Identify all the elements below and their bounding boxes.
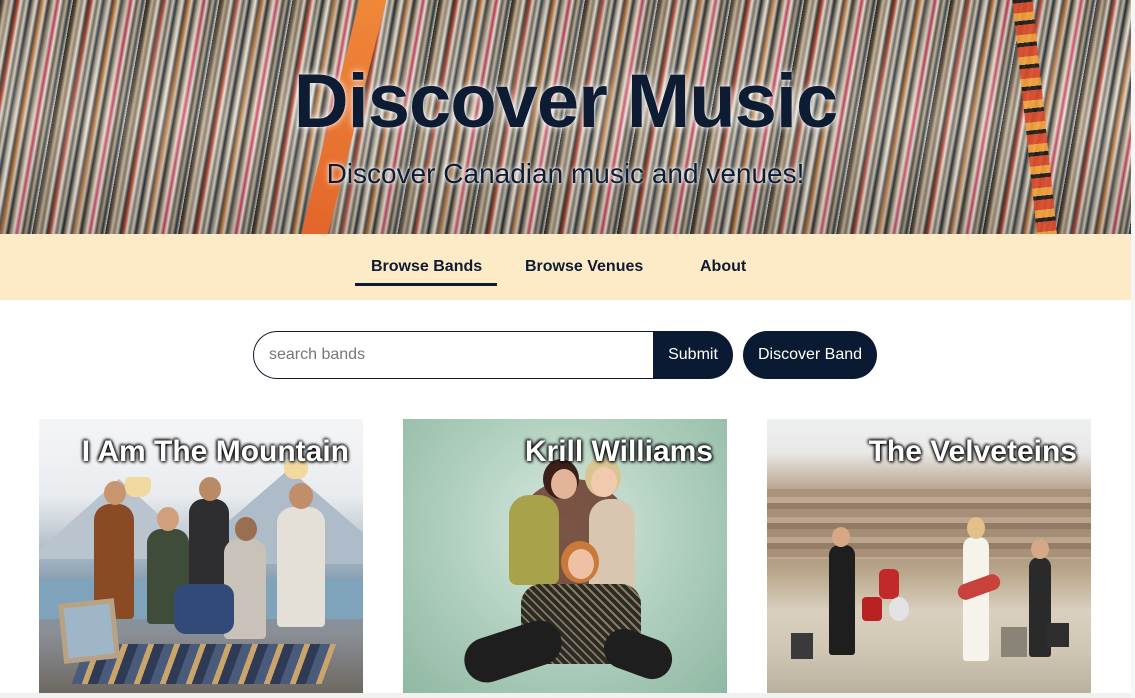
- discover-band-button[interactable]: Discover Band: [743, 331, 877, 379]
- nav-about[interactable]: About: [700, 258, 746, 276]
- page-title: Discover Music: [293, 59, 839, 144]
- search-input[interactable]: [253, 331, 655, 379]
- page-subtitle: Discover Canadian music and venues!: [326, 158, 805, 189]
- active-tab-indicator: [355, 283, 497, 286]
- nav-browse-venues[interactable]: Browse Venues: [525, 258, 643, 276]
- band-card[interactable]: Krill Williams: [403, 419, 727, 693]
- band-card[interactable]: The Velveteins: [767, 419, 1091, 693]
- hero-banner: Discover Music Discover Canadian music a…: [0, 0, 1131, 234]
- horizontal-scrollbar[interactable]: [0, 693, 1135, 698]
- band-name: Krill Williams: [524, 435, 713, 468]
- band-name: The Velveteins: [868, 435, 1077, 468]
- band-card[interactable]: I Am The Mountain: [39, 419, 363, 693]
- submit-button[interactable]: Submit: [653, 331, 733, 379]
- vertical-scrollbar[interactable]: [1131, 0, 1135, 698]
- band-name: I Am The Mountain: [81, 435, 349, 468]
- nav-browse-bands[interactable]: Browse Bands: [371, 258, 482, 276]
- main-nav: Browse Bands Browse Venues About: [0, 234, 1131, 300]
